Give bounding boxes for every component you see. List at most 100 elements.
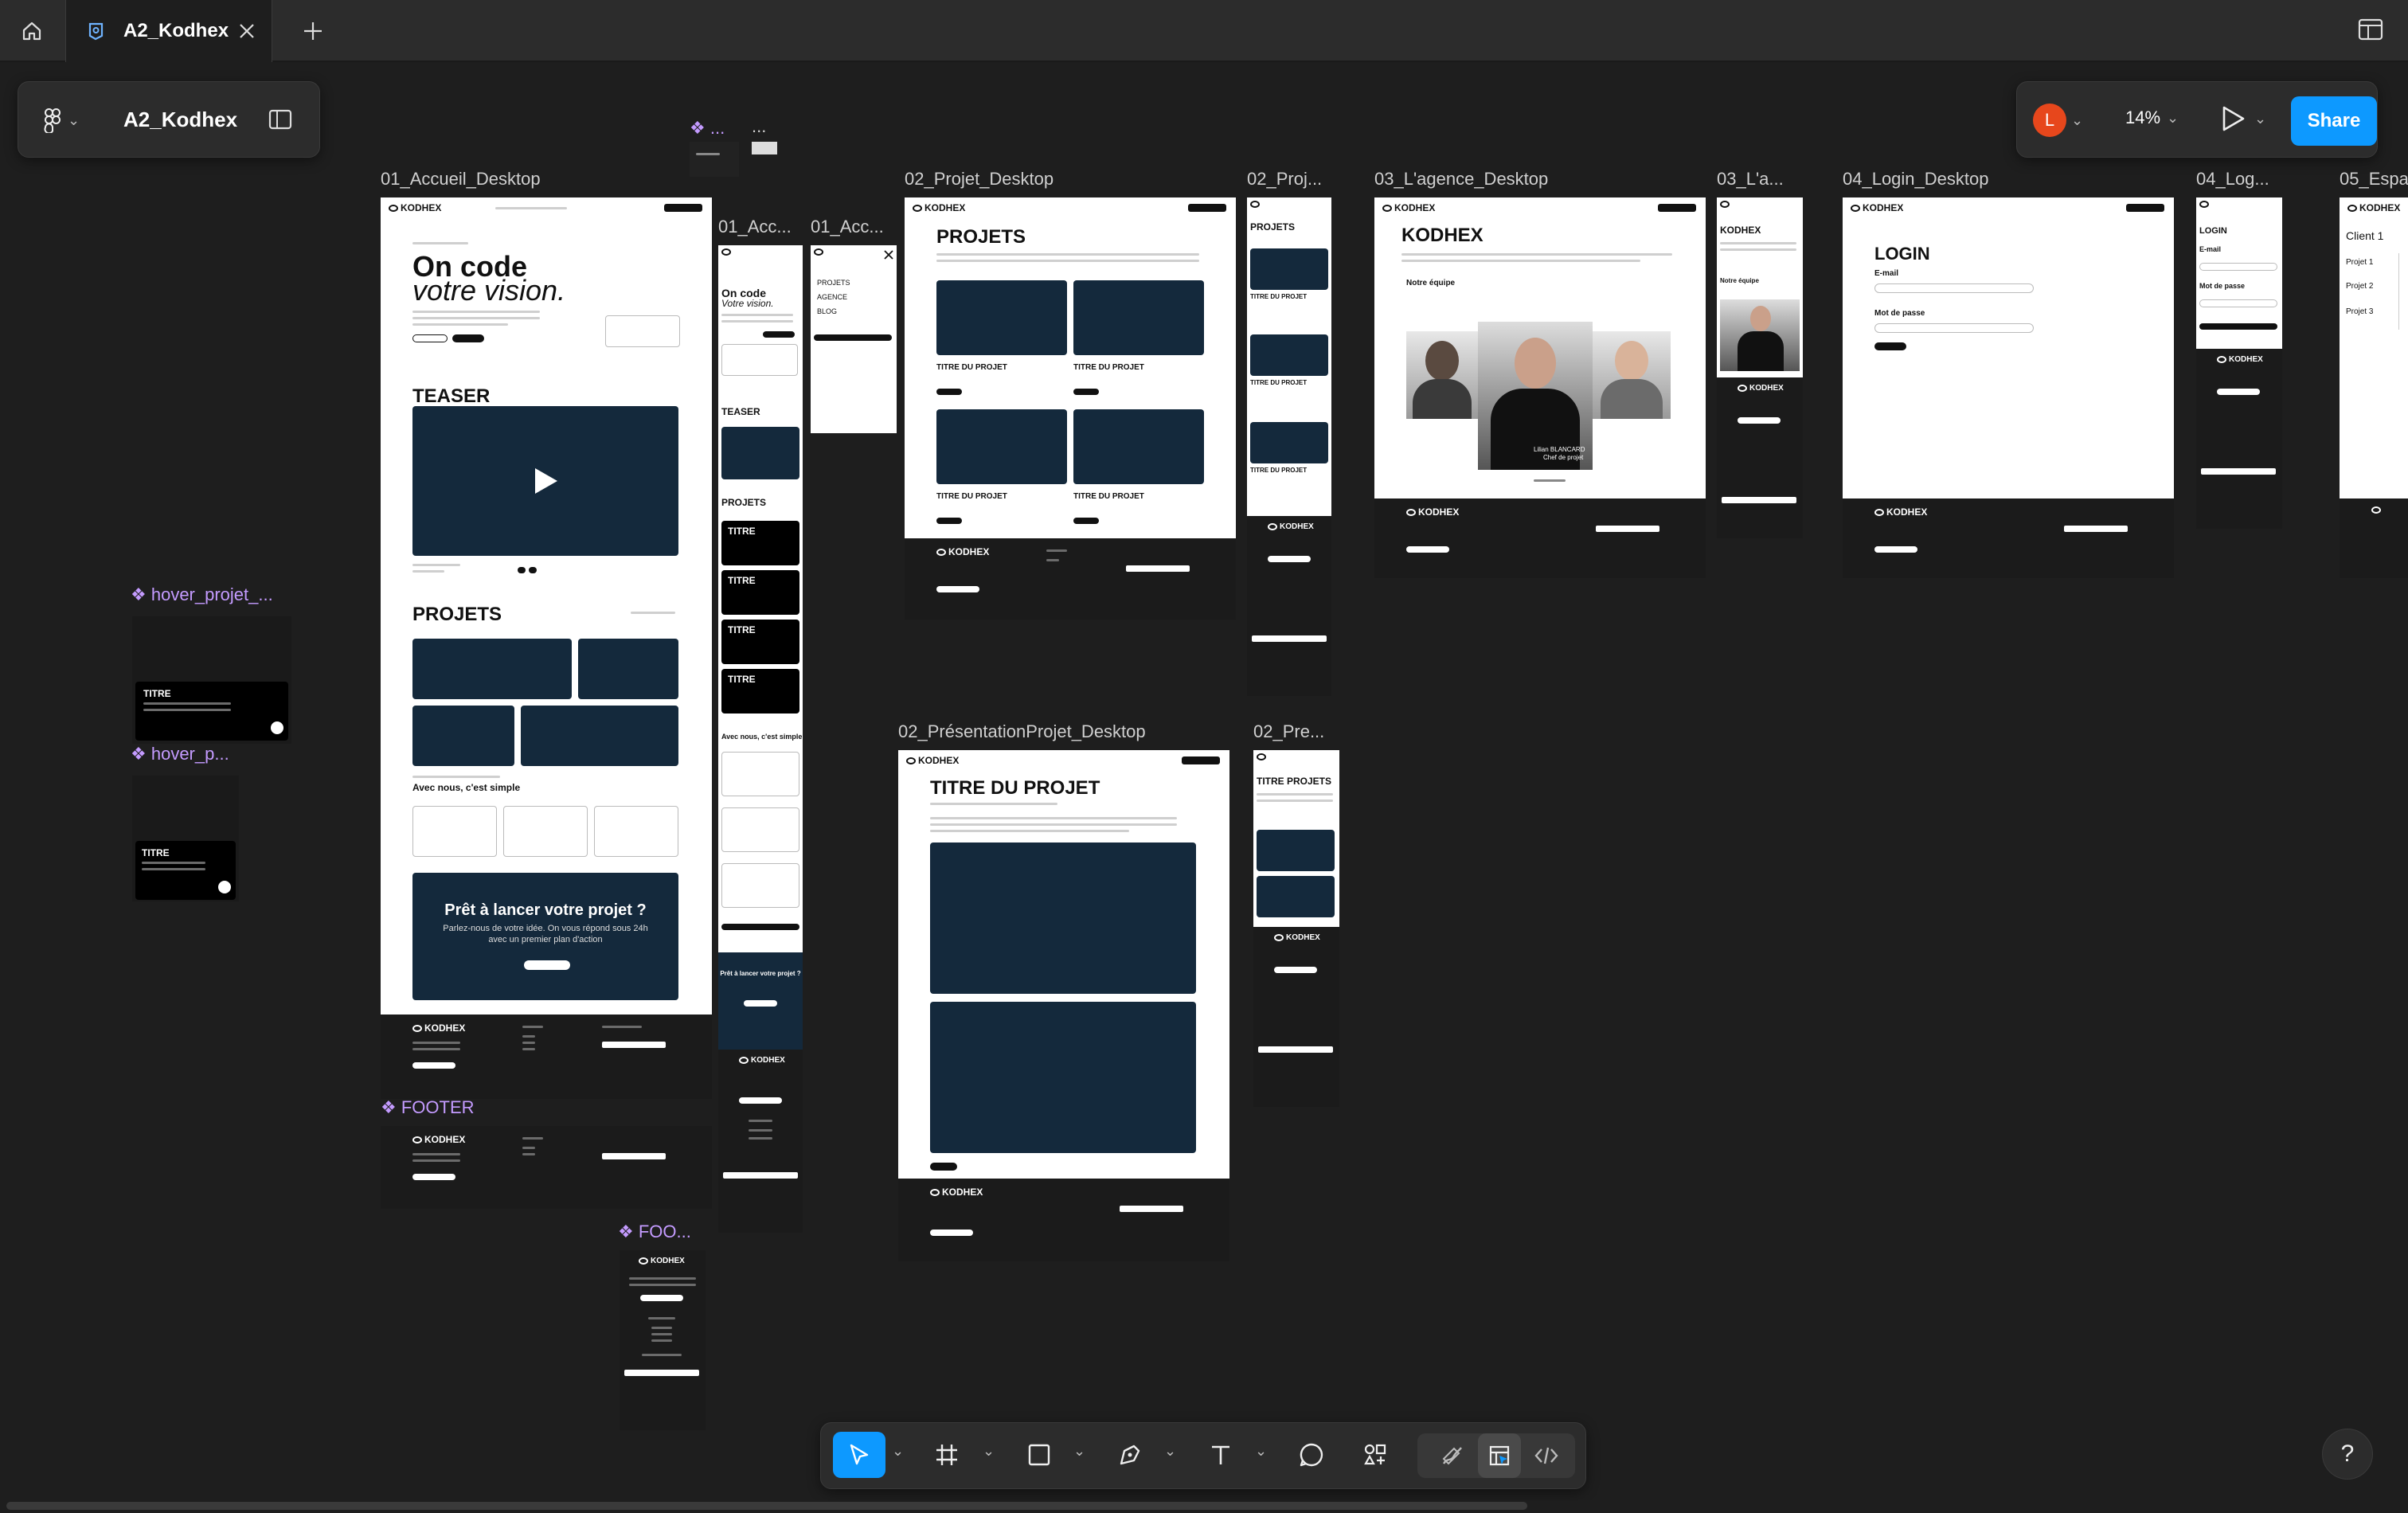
back-button[interactable]: [930, 1163, 957, 1171]
top-component-frame[interactable]: [690, 142, 739, 177]
frame-presentation-desktop[interactable]: KODHEX TITRE DU PROJET: [898, 750, 1229, 1179]
frame-login-desktop[interactable]: KODHEX LOGIN E-mail Mot de passe: [1843, 197, 2174, 498]
close-icon[interactable]: [238, 22, 256, 40]
present-button[interactable]: ⌄: [2219, 104, 2266, 133]
home-button[interactable]: [11, 11, 53, 51]
footer-mobile-component-label[interactable]: ❖ FOO...: [618, 1222, 691, 1242]
project-card[interactable]: [1250, 334, 1328, 376]
menu-item[interactable]: PROJETS: [817, 279, 850, 287]
frame-label-agence-desktop[interactable]: 03_L'agence_Desktop: [1374, 169, 1548, 190]
dev-mode-button[interactable]: [1526, 1433, 1567, 1478]
frame-presentation-mobile[interactable]: TITRE PROJETS: [1253, 750, 1339, 927]
help-button[interactable]: ?: [2322, 1429, 2373, 1480]
pen-tool-button[interactable]: [1108, 1432, 1151, 1478]
hover-component-label-2[interactable]: ❖ hover_p...: [131, 744, 229, 764]
frame-label-accueil-mobile[interactable]: 01_Acc...: [811, 217, 890, 237]
project-card[interactable]: [1250, 422, 1328, 463]
frame-label-projet-mobile[interactable]: 02_Proj...: [1247, 169, 1327, 190]
frame-label-espace[interactable]: 05_Espa: [2340, 169, 2408, 190]
project-card[interactable]: [1250, 248, 1328, 290]
window-layout-button[interactable]: [2357, 18, 2390, 46]
login-button[interactable]: [1874, 342, 1906, 350]
rectangle-tool-button[interactable]: [1018, 1432, 1061, 1478]
new-tab-button[interactable]: [295, 13, 331, 49]
share-button[interactable]: Share: [2291, 96, 2377, 146]
move-tool-button[interactable]: [833, 1432, 885, 1478]
zoom-dropdown[interactable]: 14% ⌄: [2125, 108, 2179, 128]
password-field[interactable]: [1874, 323, 2034, 333]
multiplayer-avatar[interactable]: L ⌄: [2033, 103, 2093, 138]
client-project[interactable]: Projet 1: [2346, 258, 2373, 267]
teaser-video[interactable]: [721, 427, 799, 479]
chevron-down-icon[interactable]: ⌄: [1255, 1443, 1267, 1460]
text-tool-button[interactable]: [1199, 1432, 1242, 1478]
file-tab[interactable]: A2_Kodhex: [65, 0, 272, 62]
project-card[interactable]: [1073, 409, 1204, 484]
design-mode-button[interactable]: [1478, 1433, 1521, 1478]
project-card[interactable]: TITRE: [721, 669, 799, 713]
frame-espace-client[interactable]: KODHEX Client 1 Projet 1 Projet 2 Projet…: [2340, 197, 2408, 498]
project-card[interactable]: [936, 280, 1067, 355]
frame-label-accueil-desktop[interactable]: 01_Accueil_Desktop: [381, 169, 541, 190]
assets-button[interactable]: [1354, 1432, 1397, 1478]
frame-tool-button[interactable]: [925, 1432, 968, 1478]
frame-agence-desktop[interactable]: KODHEX KODHEX Notre équipe Lilian BLANCA…: [1374, 197, 1706, 498]
menu-item[interactable]: BLOG: [817, 307, 837, 315]
hover-projet-component-small[interactable]: TITRE: [132, 776, 239, 901]
frame-projet-desktop[interactable]: KODHEX PROJETS TITRE DU PROJET TITRE DU …: [905, 197, 1236, 538]
cta-button[interactable]: [524, 960, 570, 970]
project-card-title: TITRE DU PROJET: [1250, 467, 1308, 474]
file-name[interactable]: A2_Kodhex: [123, 108, 237, 132]
client-project[interactable]: Projet 3: [2346, 307, 2373, 316]
close-icon[interactable]: [884, 250, 893, 260]
hover-component-label-1[interactable]: ❖ hover_projet_...: [131, 584, 290, 605]
email-field[interactable]: [2199, 263, 2277, 271]
frame-label-presentation-desktop[interactable]: 02_PrésentationProjet_Desktop: [898, 721, 1146, 742]
chevron-down-icon[interactable]: ⌄: [1073, 1443, 1085, 1460]
client-project[interactable]: Projet 2: [2346, 282, 2373, 291]
top-component-label[interactable]: ❖ ...: [690, 118, 725, 139]
project-card[interactable]: [1073, 280, 1204, 355]
project-card[interactable]: TITRE: [721, 521, 799, 565]
teaser-video[interactable]: [412, 406, 678, 556]
hover-projet-component[interactable]: TITRE: [132, 616, 291, 744]
frame-accueil-desktop[interactable]: KODHEX On code votre vision. TEASER PROJ…: [381, 197, 712, 1015]
frame-label-presentation-mobile[interactable]: 02_Pre...: [1253, 721, 1333, 742]
project-card[interactable]: TITRE: [721, 620, 799, 664]
project-card[interactable]: [412, 639, 572, 699]
project-card[interactable]: [412, 706, 514, 766]
login-button[interactable]: [2199, 323, 2277, 330]
frame-label-accueil-tablet[interactable]: 01_Acc...: [718, 217, 798, 237]
frame-projet-mobile[interactable]: PROJETS TITRE DU PROJET TITRE DU PROJET …: [1247, 197, 1331, 516]
top-small-frame[interactable]: [752, 142, 777, 154]
draw-mode-button[interactable]: [1432, 1433, 1473, 1478]
password-field[interactable]: [2199, 299, 2277, 307]
project-card[interactable]: TITRE: [721, 570, 799, 615]
horizontal-scrollbar-thumb[interactable]: [6, 1502, 1527, 1510]
menu-item[interactable]: AGENCE: [817, 293, 847, 301]
project-card[interactable]: [521, 706, 678, 766]
top-dots-label[interactable]: ...: [752, 116, 766, 137]
kodhex-logo: [1257, 753, 1266, 760]
main-menu-button[interactable]: ⌄: [44, 104, 87, 136]
chevron-down-icon[interactable]: ⌄: [892, 1443, 904, 1460]
chevron-down-icon[interactable]: ⌄: [1164, 1443, 1176, 1460]
frame-accueil-mobile-menu[interactable]: PROJETS AGENCE BLOG: [811, 245, 897, 433]
project-card[interactable]: [578, 639, 678, 699]
frame-label-login-desktop[interactable]: 04_Login_Desktop: [1843, 169, 1988, 190]
frame-label-agence-mobile[interactable]: 03_L'a...: [1717, 169, 1796, 190]
frame-label-projet-desktop[interactable]: 02_Projet_Desktop: [905, 169, 1054, 190]
footer-component-label[interactable]: ❖ FOOTER: [381, 1097, 475, 1118]
frame-login-mobile[interactable]: LOGIN E-mail Mot de passe: [2196, 197, 2282, 349]
frame-accueil-tablet[interactable]: On code Votre vision. TEASER PROJETS TIT…: [718, 245, 803, 1050]
email-field[interactable]: [1874, 283, 2034, 293]
play-icon[interactable]: [532, 467, 559, 495]
sidebar-icon[interactable]: [268, 109, 292, 130]
comment-tool-button[interactable]: [1290, 1432, 1333, 1478]
frame-label-login-mobile[interactable]: 04_Log...: [2196, 169, 2276, 190]
footer-mobile-component[interactable]: KODHEX: [620, 1250, 706, 1430]
footer-component[interactable]: KODHEX: [381, 1126, 712, 1209]
frame-agence-mobile[interactable]: KODHEX Notre équipe: [1717, 197, 1803, 377]
chevron-down-icon[interactable]: ⌄: [983, 1443, 995, 1460]
project-card[interactable]: [936, 409, 1067, 484]
